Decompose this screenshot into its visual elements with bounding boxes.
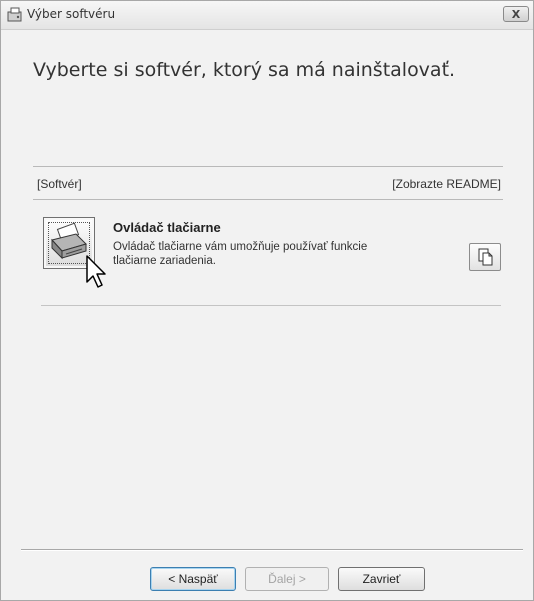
page-heading: Vyberte si softvér, ktorý sa má nainštal…: [33, 59, 456, 81]
close-icon: X: [511, 7, 521, 21]
mouse-pointer-icon: [86, 255, 106, 288]
column-software: [Softvér]: [37, 177, 82, 191]
close-window-button[interactable]: X: [503, 6, 529, 22]
software-name: Ovládač tlačiarne: [113, 220, 221, 235]
column-readme: [Zobrazte README]: [392, 177, 501, 191]
close-button[interactable]: Zavrieť: [338, 567, 425, 591]
window-title: Výber softvéru: [27, 7, 116, 21]
software-item-printer-driver: Ovládač tlačiarne Ovládač tlačiarne vám …: [41, 209, 501, 306]
readme-button[interactable]: [469, 243, 501, 271]
document-copy-icon: [478, 248, 493, 266]
software-description: Ovládač tlačiarne vám umožňuje používať …: [113, 241, 368, 267]
footer-divider: [21, 549, 523, 551]
installer-icon: [7, 7, 22, 22]
installer-window: Výber softvéru X Vyberte si softvér, kto…: [0, 0, 534, 601]
list-header: [Softvér] [Zobrazte README]: [33, 166, 503, 200]
back-button[interactable]: < Naspäť: [150, 567, 236, 591]
title-bar: Výber softvéru X: [1, 1, 533, 30]
next-button[interactable]: Ďalej >: [245, 567, 329, 591]
